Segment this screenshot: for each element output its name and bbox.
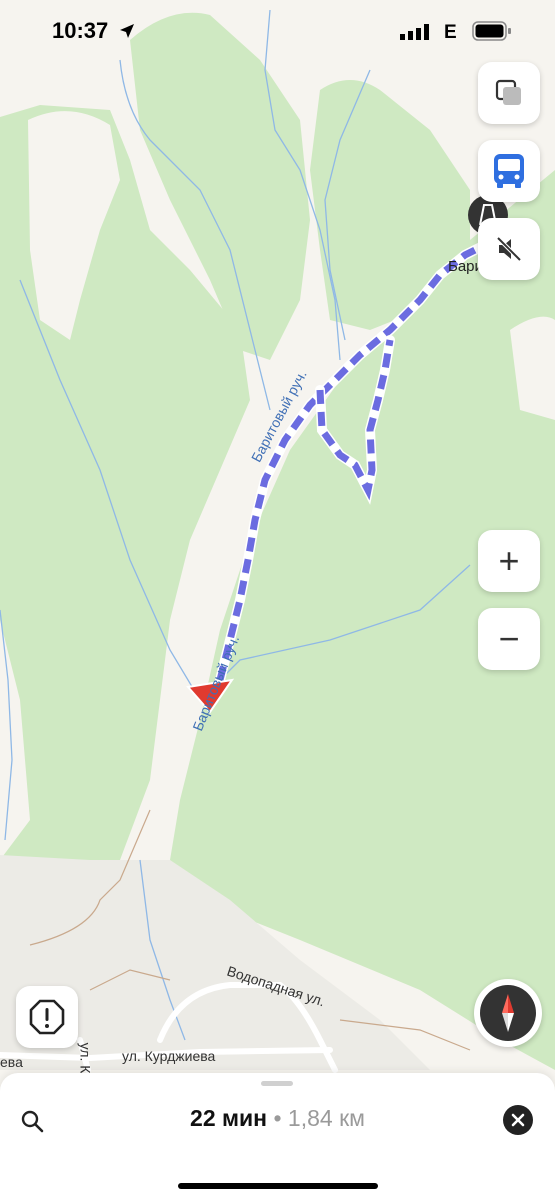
street-label: ул. К (77, 1042, 94, 1074)
separator-dot: • (273, 1105, 282, 1131)
transit-button[interactable] (478, 140, 540, 202)
status-time: 10:37 (52, 18, 109, 43)
minus-icon: − (498, 618, 520, 659)
close-route-button[interactable] (503, 1105, 533, 1135)
sound-toggle-button[interactable] (478, 218, 540, 280)
map-canvas[interactable] (0, 0, 555, 1200)
zoom-out-button[interactable]: − (478, 608, 540, 670)
route-distance: 1,84 км (287, 1105, 365, 1131)
layers-icon (495, 79, 521, 105)
zoom-in-button[interactable]: + (478, 530, 540, 592)
layers-button[interactable] (478, 62, 540, 124)
hazard-report-button[interactable] (16, 986, 78, 1048)
sound-off-icon (496, 236, 522, 262)
location-arrow-icon (118, 22, 136, 45)
compass-icon (480, 985, 536, 1041)
battery-icon (472, 21, 512, 46)
street-label: ева (0, 1054, 23, 1070)
route-bottom-sheet[interactable]: 22 мин • 1,84 км (0, 1073, 555, 1200)
street-label: ул. Курджиева (122, 1048, 216, 1064)
bus-icon (494, 154, 524, 188)
sheet-grabber[interactable] (261, 1081, 293, 1086)
network-type: E (444, 22, 457, 43)
route-duration: 22 мин (190, 1105, 268, 1131)
route-summary: 22 мин • 1,84 км (0, 1105, 555, 1132)
close-icon (511, 1113, 525, 1127)
home-indicator[interactable] (178, 1183, 378, 1189)
plus-icon: + (498, 540, 520, 581)
status-bar: 10:37 E (0, 0, 555, 66)
hazard-icon (29, 999, 65, 1035)
signal-icon (400, 24, 430, 45)
compass-button[interactable] (474, 979, 542, 1047)
